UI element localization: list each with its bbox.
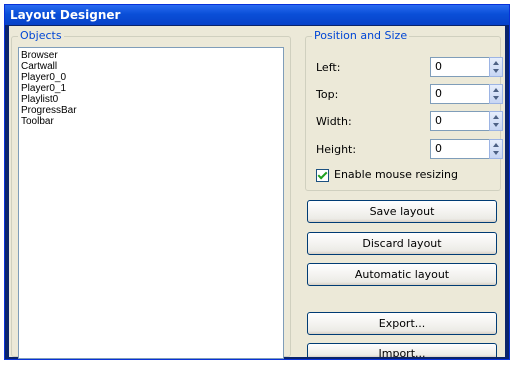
objects-group: Objects Browser Cartwall Player0_0 Playe… xyxy=(11,29,291,359)
left-spinbox[interactable]: 0 xyxy=(430,57,504,77)
left-input[interactable]: 0 xyxy=(430,57,490,77)
spin-up-icon[interactable] xyxy=(493,115,499,119)
spin-up-icon[interactable] xyxy=(493,61,499,65)
list-item[interactable]: ProgressBar xyxy=(21,105,283,116)
list-item[interactable]: Playlist0 xyxy=(21,94,283,105)
list-item[interactable]: Browser xyxy=(21,50,283,61)
width-label: Width: xyxy=(316,115,352,128)
left-label: Left: xyxy=(316,61,341,74)
list-item[interactable]: Cartwall xyxy=(21,61,283,72)
position-size-group: Position and Size Left: 0 Top: 0 Width: … xyxy=(305,29,504,191)
top-spinbox[interactable]: 0 xyxy=(430,84,504,104)
top-spin-buttons[interactable] xyxy=(489,84,503,104)
enable-mouse-resizing-checkbox[interactable] xyxy=(316,169,329,182)
spin-down-icon[interactable] xyxy=(493,123,499,127)
height-input[interactable]: 0 xyxy=(430,139,490,159)
window-title[interactable]: Layout Designer xyxy=(5,5,509,25)
width-input[interactable]: 0 xyxy=(430,111,490,131)
discard-layout-button[interactable]: Discard layout xyxy=(307,232,497,255)
layout-designer-window: Layout Designer Objects Browser Cartwall… xyxy=(4,4,510,360)
height-spin-buttons[interactable] xyxy=(489,139,503,159)
spin-down-icon[interactable] xyxy=(493,151,499,155)
top-label: Top: xyxy=(316,88,339,101)
enable-mouse-resizing-label[interactable]: Enable mouse resizing xyxy=(334,168,458,182)
spin-up-icon[interactable] xyxy=(493,143,499,147)
list-item[interactable]: Player0_0 xyxy=(21,72,283,83)
spin-down-icon[interactable] xyxy=(493,96,499,100)
height-spinbox[interactable]: 0 xyxy=(430,139,504,159)
top-input[interactable]: 0 xyxy=(430,84,490,104)
width-spin-buttons[interactable] xyxy=(489,111,503,131)
spin-down-icon[interactable] xyxy=(493,69,499,73)
automatic-layout-button[interactable]: Automatic layout xyxy=(307,263,497,286)
export-button[interactable]: Export... xyxy=(307,312,497,335)
objects-group-title: Objects xyxy=(18,29,64,43)
left-spin-buttons[interactable] xyxy=(489,57,503,77)
save-layout-button[interactable]: Save layout xyxy=(307,200,497,223)
spin-up-icon[interactable] xyxy=(493,88,499,92)
import-button[interactable]: Import... xyxy=(307,343,497,357)
list-item[interactable]: Toolbar xyxy=(21,116,283,127)
list-item[interactable]: Player0_1 xyxy=(21,83,283,94)
check-icon xyxy=(317,169,328,180)
objects-listbox[interactable]: Browser Cartwall Player0_0 Player0_1 Pla… xyxy=(18,47,284,359)
dialog-client-area: Objects Browser Cartwall Player0_0 Playe… xyxy=(9,26,505,359)
width-spinbox[interactable]: 0 xyxy=(430,111,504,131)
height-label: Height: xyxy=(316,143,357,156)
position-size-group-title: Position and Size xyxy=(312,29,410,43)
